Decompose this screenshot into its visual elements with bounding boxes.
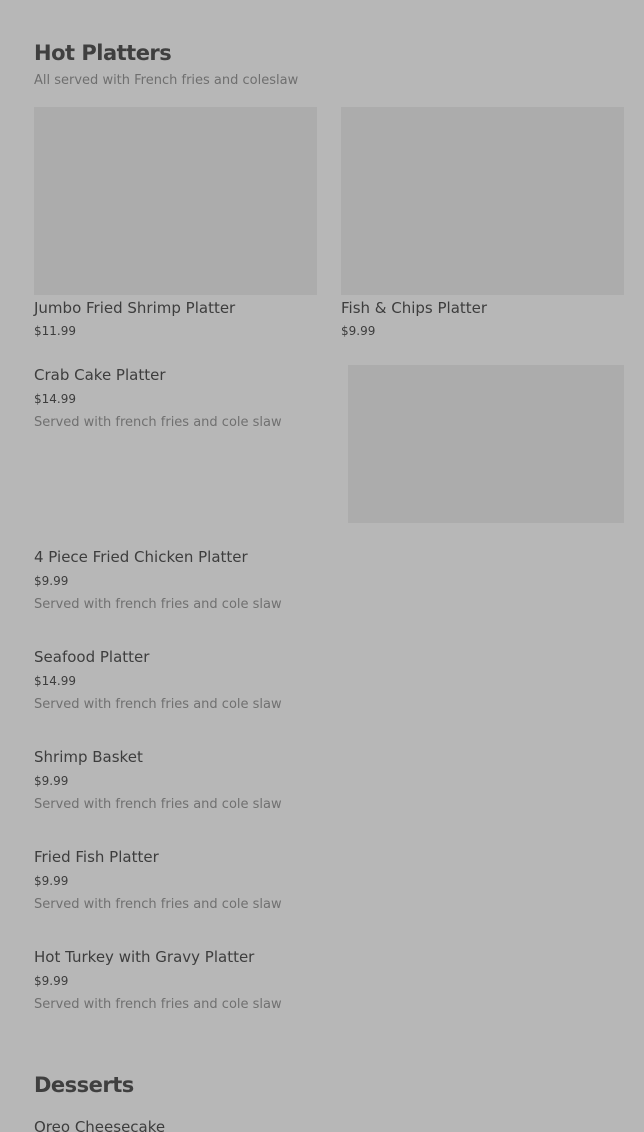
item-name: Fried Fish Platter	[34, 848, 159, 866]
item-photo	[34, 107, 317, 295]
item-price: $9.99	[341, 324, 376, 338]
item-description: Served with french fries and cole slaw	[34, 797, 282, 812]
item-description: Served with french fries and cole slaw	[34, 997, 282, 1012]
menu-card-jumbo-fried-shrimp-platter[interactable]: Jumbo Fried Shrimp Platter $11.99	[34, 107, 317, 347]
item-description: Served with french fries and cole slaw	[34, 697, 282, 712]
menu-item-oreo-cheesecake[interactable]: Oreo Cheesecake	[0, 1110, 644, 1132]
menu-item-fried-chicken-platter[interactable]: 4 Piece Fried Chicken Platter $9.99 Serv…	[0, 540, 644, 630]
item-name: Crab Cake Platter	[34, 366, 166, 384]
item-price: $9.99	[34, 874, 69, 888]
item-price: $14.99	[34, 674, 76, 688]
item-price: $11.99	[34, 324, 76, 338]
menu-item-shrimp-basket[interactable]: Shrimp Basket $9.99 Served with french f…	[0, 740, 644, 830]
item-name: Seafood Platter	[34, 648, 150, 666]
section-title-desserts: Desserts	[34, 1073, 134, 1097]
item-photo	[341, 107, 624, 295]
item-name: Jumbo Fried Shrimp Platter	[34, 299, 236, 317]
item-description: Served with french fries and cole slaw	[34, 597, 282, 612]
menu-card-fish-chips-platter[interactable]: Fish & Chips Platter $9.99	[341, 107, 624, 347]
item-price: $9.99	[34, 774, 69, 788]
item-name: 4 Piece Fried Chicken Platter	[34, 548, 248, 566]
item-name: Fish & Chips Platter	[341, 299, 488, 317]
section-subtitle-hot-platters: All served with French fries and colesla…	[34, 73, 299, 88]
item-name: Shrimp Basket	[34, 748, 143, 766]
menu-item-crab-cake-platter[interactable]: Crab Cake Platter $14.99 Served with fre…	[0, 358, 644, 530]
item-name: Hot Turkey with Gravy Platter	[34, 948, 255, 966]
item-price: $14.99	[34, 392, 76, 406]
item-photo	[348, 365, 624, 523]
menu-item-hot-turkey-gravy-platter[interactable]: Hot Turkey with Gravy Platter $9.99 Serv…	[0, 940, 644, 1030]
item-description: Served with french fries and cole slaw	[34, 415, 282, 430]
menu-item-seafood-platter[interactable]: Seafood Platter $14.99 Served with frenc…	[0, 640, 644, 730]
item-name: Oreo Cheesecake	[34, 1118, 166, 1132]
item-price: $9.99	[34, 974, 69, 988]
item-description: Served with french fries and cole slaw	[34, 897, 282, 912]
menu-item-fried-fish-platter[interactable]: Fried Fish Platter $9.99 Served with fre…	[0, 840, 644, 930]
section-title-hot-platters: Hot Platters	[34, 41, 172, 65]
menu-page: Hot Platters All served with French frie…	[0, 0, 644, 1132]
item-price: $9.99	[34, 574, 69, 588]
